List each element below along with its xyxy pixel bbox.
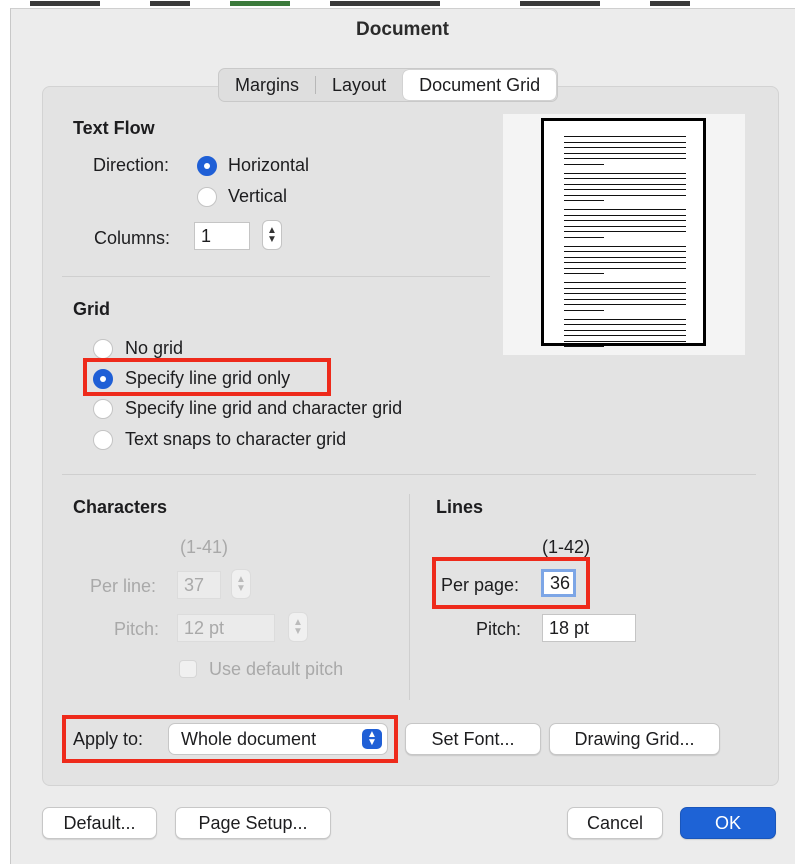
tab-bar: Margins Layout Document Grid bbox=[218, 68, 559, 102]
preview-line bbox=[564, 225, 686, 227]
highlight-per-page bbox=[432, 557, 590, 609]
page-setup-button[interactable]: Page Setup... bbox=[175, 807, 331, 839]
preview-line bbox=[564, 304, 686, 305]
preview-line bbox=[564, 335, 686, 336]
preview-line bbox=[564, 152, 686, 154]
vertical-label: Vertical bbox=[228, 186, 288, 206]
radio-vertical[interactable] bbox=[197, 187, 217, 207]
divider bbox=[62, 474, 756, 475]
preview-line bbox=[564, 324, 686, 325]
char-pitch-field[interactable]: 12 pt bbox=[177, 614, 275, 642]
preview-line bbox=[564, 346, 604, 347]
preview-line bbox=[564, 141, 686, 143]
line-pitch-field[interactable]: 18 pt bbox=[542, 614, 636, 642]
use-default-pitch-checkbox[interactable] bbox=[179, 660, 197, 678]
snap-to-char-grid-label: Text snaps to character grid bbox=[125, 429, 347, 449]
preview-line bbox=[564, 147, 686, 148]
preview-line bbox=[564, 231, 686, 232]
tab-margins[interactable]: Margins bbox=[219, 69, 315, 101]
line-and-char-grid-label: Specify line grid and character grid bbox=[125, 398, 403, 418]
preview-line bbox=[564, 163, 604, 165]
preview-line bbox=[564, 298, 686, 300]
preview-line bbox=[564, 178, 686, 179]
preview-line bbox=[564, 282, 686, 283]
characters-heading: Characters bbox=[73, 497, 168, 517]
preview-line bbox=[564, 209, 686, 210]
preview-line bbox=[564, 309, 604, 311]
highlight-line-grid-only bbox=[83, 358, 331, 396]
tab-layout[interactable]: Layout bbox=[316, 69, 402, 101]
preview-line bbox=[564, 200, 604, 201]
page-preview-icon bbox=[541, 118, 706, 347]
drawing-grid-button[interactable]: Drawing Grid... bbox=[549, 723, 720, 755]
stepper-down-icon: ▼ bbox=[267, 234, 277, 245]
tab-document-grid[interactable]: Document Grid bbox=[403, 70, 557, 100]
per-line-field[interactable]: 37 bbox=[177, 571, 221, 599]
direction-label: Direction: bbox=[93, 155, 170, 175]
radio-horizontal[interactable] bbox=[197, 156, 217, 176]
preview-line bbox=[564, 158, 686, 159]
cancel-button[interactable]: Cancel bbox=[567, 807, 663, 839]
text-flow-heading: Text Flow bbox=[73, 118, 155, 138]
preview-line bbox=[564, 256, 686, 258]
columns-field[interactable]: 1 bbox=[194, 222, 250, 250]
preview-line bbox=[564, 136, 686, 137]
characters-range: (1-41) bbox=[180, 537, 229, 557]
stepper-down-icon: ▼ bbox=[293, 626, 303, 637]
preview-line bbox=[564, 273, 604, 274]
radio-no-grid[interactable] bbox=[93, 339, 113, 359]
preview-line bbox=[564, 194, 686, 196]
radio-snap-to-char-grid[interactable] bbox=[93, 430, 113, 450]
preview-line bbox=[564, 267, 686, 269]
preview-line bbox=[564, 189, 686, 190]
preview-line bbox=[564, 340, 686, 342]
preview-line bbox=[564, 251, 686, 252]
columns-label: Columns: bbox=[94, 228, 171, 248]
use-default-pitch-label: Use default pitch bbox=[209, 659, 344, 679]
preview-line bbox=[564, 214, 686, 216]
default-button[interactable]: Default... bbox=[42, 807, 157, 839]
columns-stepper[interactable]: ▲ ▼ bbox=[262, 220, 282, 250]
set-font-button[interactable]: Set Font... bbox=[405, 723, 541, 755]
preview-line bbox=[564, 236, 604, 238]
ok-button[interactable]: OK bbox=[680, 807, 776, 839]
preview-line bbox=[564, 262, 686, 263]
char-pitch-stepper[interactable]: ▲ ▼ bbox=[288, 612, 308, 642]
line-pitch-label: Pitch: bbox=[476, 619, 522, 639]
preview-line bbox=[564, 220, 686, 221]
no-grid-label: No grid bbox=[125, 338, 184, 358]
char-pitch-label: Pitch: bbox=[114, 619, 160, 639]
vertical-divider bbox=[409, 494, 410, 700]
highlight-apply-to bbox=[62, 715, 398, 763]
grid-heading: Grid bbox=[73, 299, 111, 319]
preview-line bbox=[564, 318, 686, 320]
preview-line bbox=[564, 172, 686, 174]
preview-line bbox=[564, 287, 686, 289]
lines-heading: Lines bbox=[436, 497, 484, 517]
preview-line bbox=[564, 329, 686, 331]
lines-range: (1-42) bbox=[542, 537, 591, 557]
per-line-label: Per line: bbox=[90, 576, 157, 596]
divider bbox=[62, 276, 490, 277]
preview-line bbox=[564, 293, 686, 294]
horizontal-label: Horizontal bbox=[228, 155, 310, 175]
background-document-fragment bbox=[0, 0, 795, 8]
per-line-stepper[interactable]: ▲ ▼ bbox=[231, 569, 251, 599]
preview-line bbox=[564, 183, 686, 185]
window-title: Document bbox=[356, 19, 449, 40]
stepper-down-icon: ▼ bbox=[236, 583, 246, 594]
preview-line bbox=[564, 245, 686, 247]
radio-line-and-char-grid[interactable] bbox=[93, 399, 113, 419]
